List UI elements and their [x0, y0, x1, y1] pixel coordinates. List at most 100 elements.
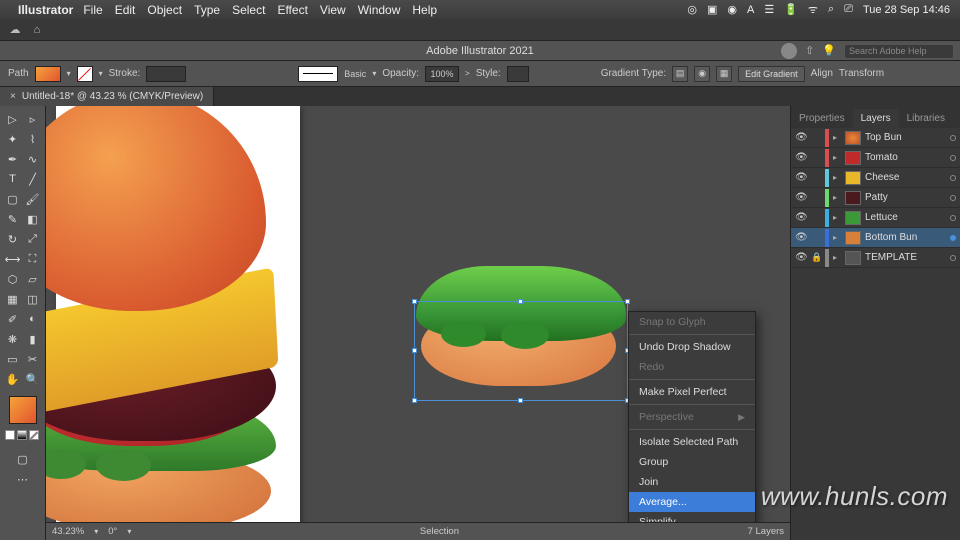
expand-icon[interactable]: ▸ [833, 173, 841, 182]
hand-tool[interactable]: ✋ [4, 370, 22, 388]
handle-icon[interactable] [412, 299, 417, 304]
menu-file[interactable]: File [83, 3, 102, 17]
status-icon[interactable]: ☰ [764, 3, 774, 16]
menu-edit[interactable]: Edit [115, 3, 136, 17]
selection-tool[interactable]: ▷ [4, 110, 22, 128]
artboard-tool[interactable]: ▭ [4, 350, 22, 368]
handle-icon[interactable] [518, 398, 523, 403]
width-tool[interactable]: ⟷ [4, 250, 22, 268]
wifi-icon[interactable]: ᯤ [808, 2, 818, 17]
user-avatar[interactable] [781, 43, 797, 59]
document-tab[interactable]: × Untitled-18* @ 43.23 % (CMYK/Preview) [0, 87, 214, 106]
color-mode-row[interactable] [5, 430, 41, 442]
lightbulb-icon[interactable]: 💡 [822, 41, 836, 61]
shaper-tool[interactable]: ✎ [4, 210, 22, 228]
zoom-level[interactable]: 43.23% [52, 526, 84, 537]
context-item[interactable]: Group [629, 452, 755, 472]
handle-icon[interactable] [625, 299, 630, 304]
pen-tool[interactable]: ✒ [4, 150, 22, 168]
gradient-linear-icon[interactable]: ▤ [672, 66, 688, 82]
scale-tool[interactable]: ⤢ [24, 230, 42, 248]
layer-row[interactable]: 👁▸Top Bun [791, 128, 960, 148]
target-icon[interactable] [950, 155, 956, 161]
stroke-swatch[interactable] [77, 66, 93, 82]
gradient-tool[interactable]: ◫ [24, 290, 42, 308]
status-icon[interactable]: ◉ [727, 3, 737, 16]
menu-window[interactable]: Window [358, 3, 401, 17]
edit-gradient-button[interactable]: Edit Gradient [738, 66, 805, 82]
menu-select[interactable]: Select [232, 3, 265, 17]
visibility-icon[interactable]: 👁 [795, 192, 807, 203]
handle-icon[interactable] [412, 348, 417, 353]
handle-icon[interactable] [412, 398, 417, 403]
type-tool[interactable]: T [4, 170, 22, 188]
blend-tool[interactable]: ◐ [24, 310, 42, 328]
context-item[interactable]: Average... [629, 492, 755, 512]
opacity-input[interactable]: 100% [425, 66, 459, 82]
layer-row[interactable]: 👁🔒▸TEMPLATE [791, 248, 960, 268]
visibility-icon[interactable]: 👁 [795, 132, 807, 143]
shape-builder-tool[interactable]: ⬡ [4, 270, 22, 288]
paintbrush-tool[interactable]: 🖌 [24, 190, 42, 208]
menu-type[interactable]: Type [194, 3, 220, 17]
visibility-icon[interactable]: 👁 [795, 152, 807, 163]
search-icon[interactable]: ⌕ [828, 3, 834, 16]
brush-dropdown[interactable] [298, 66, 338, 82]
visibility-icon[interactable]: 👁 [795, 232, 807, 243]
slice-tool[interactable]: ✂ [24, 350, 42, 368]
mesh-tool[interactable]: ▦ [4, 290, 22, 308]
handle-icon[interactable] [518, 299, 523, 304]
app-name[interactable]: Illustrator [18, 3, 73, 17]
target-icon[interactable] [950, 135, 956, 141]
free-transform-tool[interactable]: ⛶ [24, 250, 42, 268]
target-icon[interactable] [950, 175, 956, 181]
tab-layers[interactable]: Layers [853, 109, 899, 128]
layer-row[interactable]: 👁▸Bottom Bun [791, 228, 960, 248]
canvas[interactable]: Snap to GlyphUndo Drop ShadowRedoMake Pi… [46, 106, 790, 540]
graph-tool[interactable]: ▮ [24, 330, 42, 348]
layer-row[interactable]: 👁▸Tomato [791, 148, 960, 168]
menu-view[interactable]: View [320, 3, 346, 17]
context-item[interactable]: Make Pixel Perfect [629, 382, 755, 402]
rectangle-tool[interactable]: ▢ [4, 190, 22, 208]
stroke-weight-input[interactable] [146, 66, 186, 82]
menu-effect[interactable]: Effect [277, 3, 307, 17]
menu-help[interactable]: Help [412, 3, 437, 17]
rotate-level[interactable]: 0° [108, 526, 117, 537]
visibility-icon[interactable]: 👁 [795, 252, 807, 263]
home-icon[interactable]: ⌂ [30, 23, 44, 37]
layer-row[interactable]: 👁▸Cheese [791, 168, 960, 188]
status-icon[interactable]: ◎ [687, 3, 697, 16]
share-icon[interactable]: ⇧ [805, 41, 814, 61]
context-item[interactable]: Isolate Selected Path [629, 432, 755, 452]
align-link[interactable]: Align [811, 68, 833, 79]
fill-color-swatch[interactable] [9, 396, 37, 424]
selection-bounding-box[interactable] [414, 301, 628, 401]
context-item[interactable]: Join [629, 472, 755, 492]
status-icon[interactable]: ▣ [707, 3, 717, 16]
layer-row[interactable]: 👁▸Lettuce [791, 208, 960, 228]
close-tab-icon[interactable]: × [10, 91, 16, 102]
help-search-input[interactable]: Search Adobe Help [844, 44, 954, 59]
transform-link[interactable]: Transform [839, 68, 884, 79]
screen-mode-tool[interactable]: ▢ [14, 450, 32, 468]
gradient-radial-icon[interactable]: ◉ [694, 66, 710, 82]
expand-icon[interactable]: ▸ [833, 153, 841, 162]
fill-swatch[interactable] [35, 66, 61, 82]
menu-object[interactable]: Object [147, 3, 182, 17]
eyedropper-tool[interactable]: ✐ [4, 310, 22, 328]
visibility-icon[interactable]: 👁 [795, 212, 807, 223]
lock-icon[interactable]: 🔒 [811, 252, 821, 263]
cloud-icon[interactable]: ☁ [8, 23, 22, 37]
perspective-tool[interactable]: ▱ [24, 270, 42, 288]
edit-toolbar-icon[interactable]: ⋯ [14, 470, 32, 488]
gradient-freeform-icon[interactable]: ▦ [716, 66, 732, 82]
target-icon[interactable] [950, 215, 956, 221]
expand-icon[interactable]: ▸ [833, 213, 841, 222]
visibility-icon[interactable]: 👁 [795, 172, 807, 183]
target-icon[interactable] [950, 235, 956, 241]
context-item[interactable]: Undo Drop Shadow [629, 337, 755, 357]
battery-icon[interactable]: 🔋 [784, 3, 798, 16]
direct-selection-tool[interactable]: ▹ [24, 110, 42, 128]
eraser-tool[interactable]: ◧ [24, 210, 42, 228]
